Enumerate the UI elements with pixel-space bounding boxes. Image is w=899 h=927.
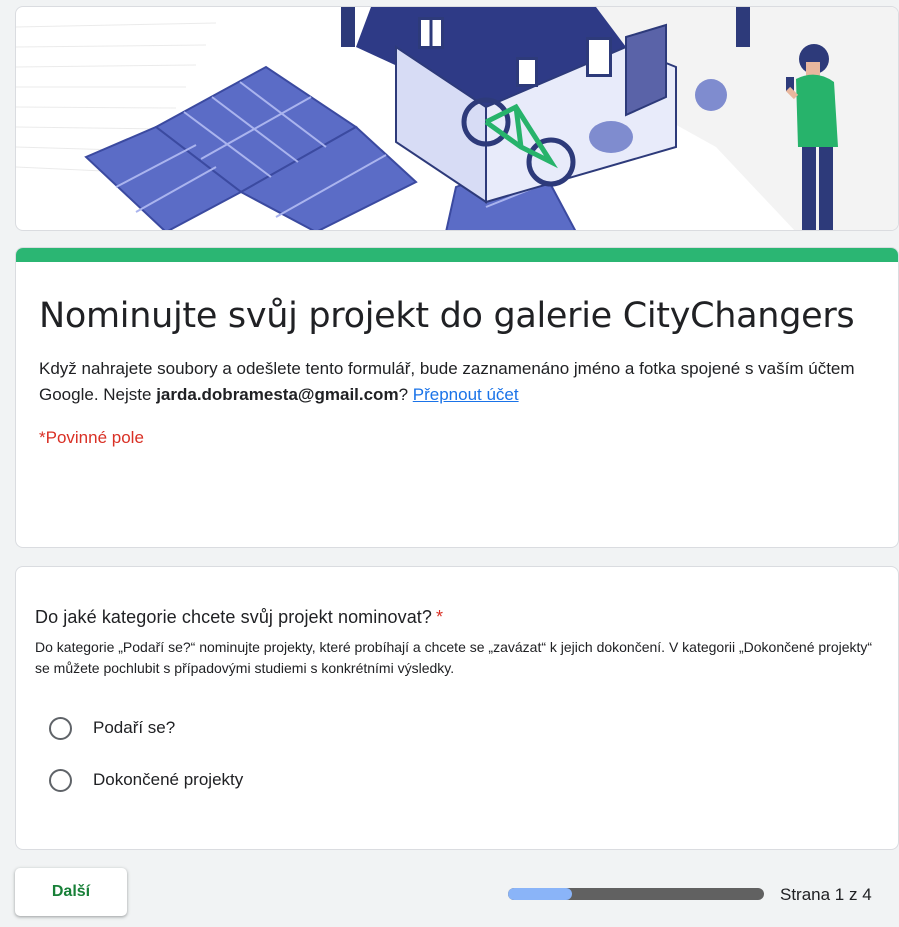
required-field-note: *Povinné pole	[39, 428, 144, 447]
form-description: Když nahrajete soubory a odešlete tento …	[39, 356, 874, 408]
progress-bar	[508, 888, 764, 900]
banner-illustration	[16, 7, 898, 230]
radio-button[interactable]	[49, 768, 72, 792]
radio-option-label: Podaří se?	[93, 718, 176, 737]
radio-option-label: Dokončené projekty	[93, 770, 244, 789]
form-title: Nominujte svůj projekt do galerie CityCh…	[39, 296, 855, 336]
account-email: jarda.dobramesta@gmail.com	[156, 385, 399, 404]
switch-account-link[interactable]: Přepnout účet	[413, 385, 519, 404]
next-button[interactable]: Další	[15, 868, 127, 916]
progress-bar-fill	[508, 888, 572, 900]
form-footer: Další Strana 1 z 4	[15, 866, 899, 920]
radio-option-dokoncene-projekty[interactable]: Dokončené projekty	[49, 765, 874, 795]
header-banner-image	[15, 6, 899, 231]
question-card: Do jaké kategorie chcete svůj projekt no…	[15, 566, 899, 850]
radio-group: Podaří se? Dokončené projekty	[49, 713, 874, 795]
radio-button[interactable]	[49, 716, 72, 740]
page-indicator: Strana 1 z 4	[780, 885, 872, 904]
radio-option-podari-se[interactable]: Podaří se?	[49, 713, 874, 743]
description-question-mark: ?	[398, 385, 413, 404]
header-accent-bar	[16, 248, 898, 262]
question-title-text: Do jaké kategorie chcete svůj projekt no…	[35, 607, 433, 627]
question-help-text: Do kategorie „Podaří se?“ nominujte proj…	[35, 639, 873, 676]
question-title: Do jaké kategorie chcete svůj projekt no…	[35, 605, 874, 629]
form-header-card: Nominujte svůj projekt do galerie CityCh…	[15, 247, 899, 548]
required-asterisk: *	[436, 607, 444, 627]
